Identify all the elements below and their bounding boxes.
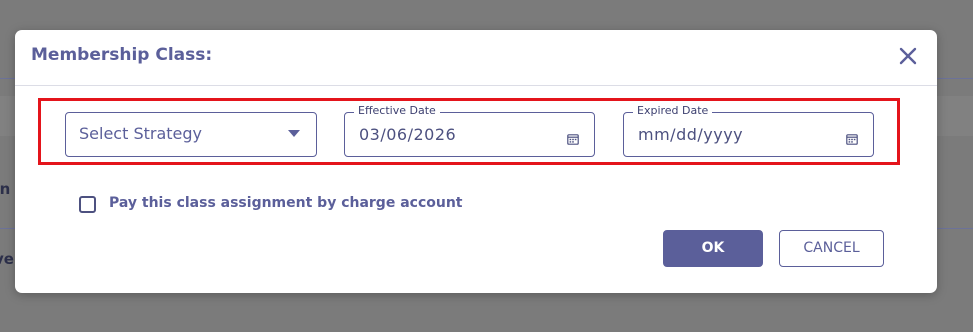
calendar-icon[interactable] bbox=[567, 130, 579, 145]
charge-account-label[interactable]: Pay this class assignment by charge acco… bbox=[109, 195, 463, 211]
close-icon[interactable] bbox=[897, 45, 919, 67]
chevron-down-icon bbox=[288, 130, 300, 137]
expired-date-value: mm/dd/yyyy bbox=[638, 125, 744, 144]
background-text-fragment: ve bbox=[0, 250, 14, 268]
calendar-icon[interactable] bbox=[846, 130, 858, 145]
membership-class-dialog: Membership Class: Select Strategy Effect… bbox=[15, 30, 937, 293]
expired-date-label: Expired Date bbox=[633, 104, 713, 117]
effective-date-input[interactable]: Effective Date 03/06/2026 bbox=[344, 104, 595, 157]
strategy-select[interactable]: Select Strategy bbox=[65, 112, 317, 157]
dialog-header: Membership Class: bbox=[15, 30, 937, 86]
charge-account-checkbox[interactable] bbox=[79, 196, 96, 213]
dialog-title: Membership Class: bbox=[31, 45, 213, 65]
background-text-fragment: In bbox=[0, 180, 11, 198]
ok-button[interactable]: OK bbox=[663, 230, 763, 267]
cancel-button[interactable]: CANCEL bbox=[779, 230, 884, 267]
effective-date-label: Effective Date bbox=[354, 104, 440, 117]
strategy-select-value: Select Strategy bbox=[79, 124, 202, 143]
expired-date-input[interactable]: Expired Date mm/dd/yyyy bbox=[623, 104, 874, 157]
effective-date-value: 03/06/2026 bbox=[359, 125, 457, 144]
